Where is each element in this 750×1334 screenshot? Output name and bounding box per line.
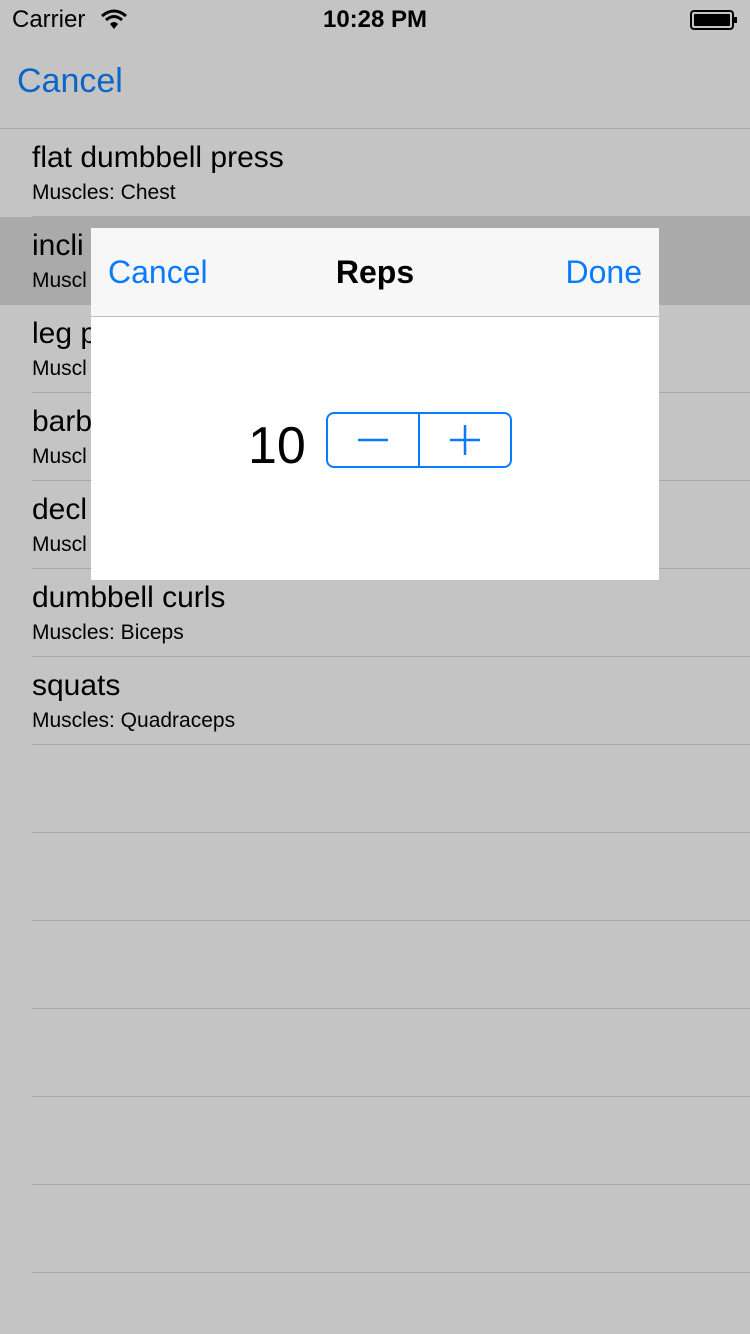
exercise-title: leg p	[32, 317, 98, 350]
cancel-button[interactable]: Cancel	[17, 62, 123, 101]
exercise-muscles: Muscl	[32, 357, 87, 380]
exercise-title: flat dumbbell press	[32, 141, 284, 174]
exercise-muscles: Muscl	[32, 533, 87, 556]
exercise-title: squats	[32, 669, 121, 702]
exercise-muscles: Muscl	[32, 445, 87, 468]
list-item[interactable]: squats Muscles: Quadraceps	[32, 657, 750, 745]
exercise-title: dumbbell curls	[32, 581, 226, 614]
plus-icon	[450, 425, 480, 455]
battery-icon	[690, 10, 737, 30]
reps-picker-dialog: Cancel Reps Done 10	[91, 228, 659, 580]
empty-row	[32, 745, 750, 833]
reps-stepper	[326, 412, 512, 468]
exercise-title: incli	[32, 229, 84, 262]
exercise-muscles: Muscles: Chest	[32, 181, 176, 204]
navigation-bar: Cancel	[0, 40, 750, 129]
empty-row	[32, 833, 750, 921]
list-item[interactable]: dumbbell curls Muscles: Biceps	[32, 569, 750, 657]
dialog-header: Cancel Reps Done	[91, 228, 659, 317]
exercise-muscles: Muscles: Biceps	[32, 621, 184, 644]
exercise-title: barb	[32, 405, 93, 438]
empty-row	[32, 921, 750, 1009]
empty-row	[32, 1009, 750, 1097]
list-item[interactable]: flat dumbbell press Muscles: Chest	[32, 129, 750, 217]
empty-row	[32, 1097, 750, 1185]
exercise-title: decl	[32, 493, 88, 526]
reps-value: 10	[248, 417, 306, 475]
dialog-done-button[interactable]: Done	[566, 254, 643, 291]
decrement-button[interactable]	[328, 414, 418, 466]
exercise-muscles: Muscles: Quadraceps	[32, 709, 236, 732]
status-bar: Carrier 10:28 PM	[0, 0, 750, 40]
empty-row	[32, 1185, 750, 1273]
clock: 10:28 PM	[322, 6, 428, 33]
minus-icon	[358, 438, 388, 442]
exercise-muscles: Muscl	[32, 269, 87, 292]
increment-button[interactable]	[418, 414, 510, 466]
